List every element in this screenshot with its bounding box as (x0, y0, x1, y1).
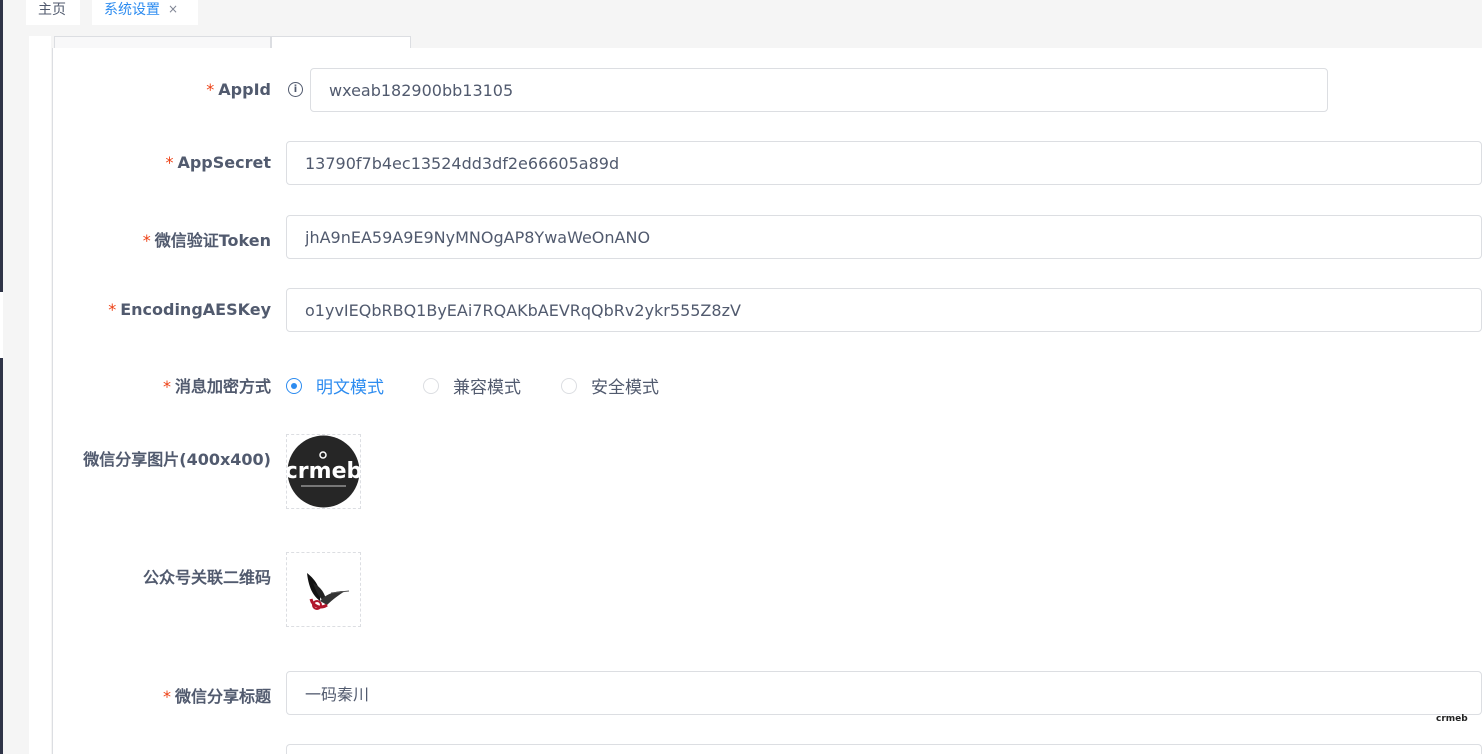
form-row-token: * 微信验证Token (52, 215, 1482, 259)
qrcode-upload[interactable] (286, 552, 361, 627)
tab-home[interactable]: 主页 (26, 0, 80, 25)
appid-label: * AppId (206, 80, 271, 99)
required-mark: * (162, 687, 171, 706)
aeskey-input[interactable] (286, 288, 1482, 332)
info-icon[interactable]: i (288, 82, 303, 97)
side-strip (29, 36, 51, 754)
corner-logo: crmeb (1436, 714, 1468, 724)
tab-system-settings-label: 系统设置 (104, 2, 160, 18)
required-mark: * (162, 377, 171, 396)
aeskey-label-text: EncodingAESKey (120, 300, 271, 319)
radio-dot (561, 377, 577, 394)
tab-home-label: 主页 (38, 2, 66, 18)
share-title-label: * 微信分享标题 (163, 683, 271, 707)
form-row-aeskey: * EncodingAESKey (52, 288, 1482, 332)
token-label: * 微信验证Token (143, 227, 271, 251)
required-mark: * (165, 153, 174, 172)
share-image-upload[interactable]: crmeb (286, 434, 361, 509)
token-input[interactable] (286, 215, 1482, 259)
form-row-appid: * AppId i (52, 68, 1482, 112)
appid-label-text: AppId (218, 80, 271, 99)
appsecret-label-text: AppSecret (177, 153, 271, 172)
sidebar-gap (0, 292, 3, 358)
form-row-share-title: * 微信分享标题 (52, 671, 1482, 715)
close-icon[interactable]: × (168, 2, 178, 16)
form-row-share-image: 微信分享图片(400x400) crmeb (52, 434, 1482, 510)
required-mark: * (108, 300, 117, 319)
appsecret-label: * AppSecret (165, 153, 271, 172)
radio-secure-label: 安全模式 (591, 378, 659, 398)
radio-secure[interactable]: 安全模式 (561, 373, 659, 398)
appid-input[interactable] (310, 68, 1328, 112)
share-image-label: 微信分享图片(400x400) (83, 450, 271, 469)
radio-compatible-label: 兼容模式 (453, 378, 521, 398)
radio-plaintext[interactable]: 明文模式 (286, 373, 384, 398)
encrypt-label-text: 消息加密方式 (174, 377, 271, 396)
crmeb-logo-image: crmeb (287, 435, 360, 508)
required-mark: * (206, 80, 215, 99)
page-tabs-bar: 主页 系统设置 × (3, 0, 1482, 26)
share-title-label-text: 微信分享标题 (174, 687, 271, 706)
left-sidebar-edge (0, 0, 3, 754)
token-label-text: 微信验证Token (154, 231, 271, 250)
required-mark: * (142, 231, 151, 250)
bird-logo-image (307, 573, 350, 610)
radio-dot-checked (286, 377, 302, 394)
appsecret-input[interactable] (286, 141, 1482, 185)
card-tab-inactive[interactable] (54, 36, 271, 48)
form-row-qrcode: 公众号关联二维码 (52, 552, 1482, 628)
radio-dot (423, 377, 439, 394)
crmeb-logo-text: crmeb (287, 459, 360, 484)
form-row-appsecret: * AppSecret (52, 141, 1482, 185)
radio-plaintext-label: 明文模式 (316, 378, 384, 398)
aeskey-label: * EncodingAESKey (108, 300, 271, 319)
encrypt-label: * 消息加密方式 (163, 373, 271, 397)
radio-compatible[interactable]: 兼容模式 (423, 373, 521, 398)
share-title-input[interactable] (286, 671, 1482, 715)
qrcode-label: 公众号关联二维码 (142, 568, 271, 587)
next-field-input[interactable] (286, 744, 1482, 754)
tab-system-settings[interactable]: 系统设置 × (92, 0, 198, 25)
form-row-encrypt: * 消息加密方式 明文模式 兼容模式 安全模式 (52, 371, 1482, 398)
